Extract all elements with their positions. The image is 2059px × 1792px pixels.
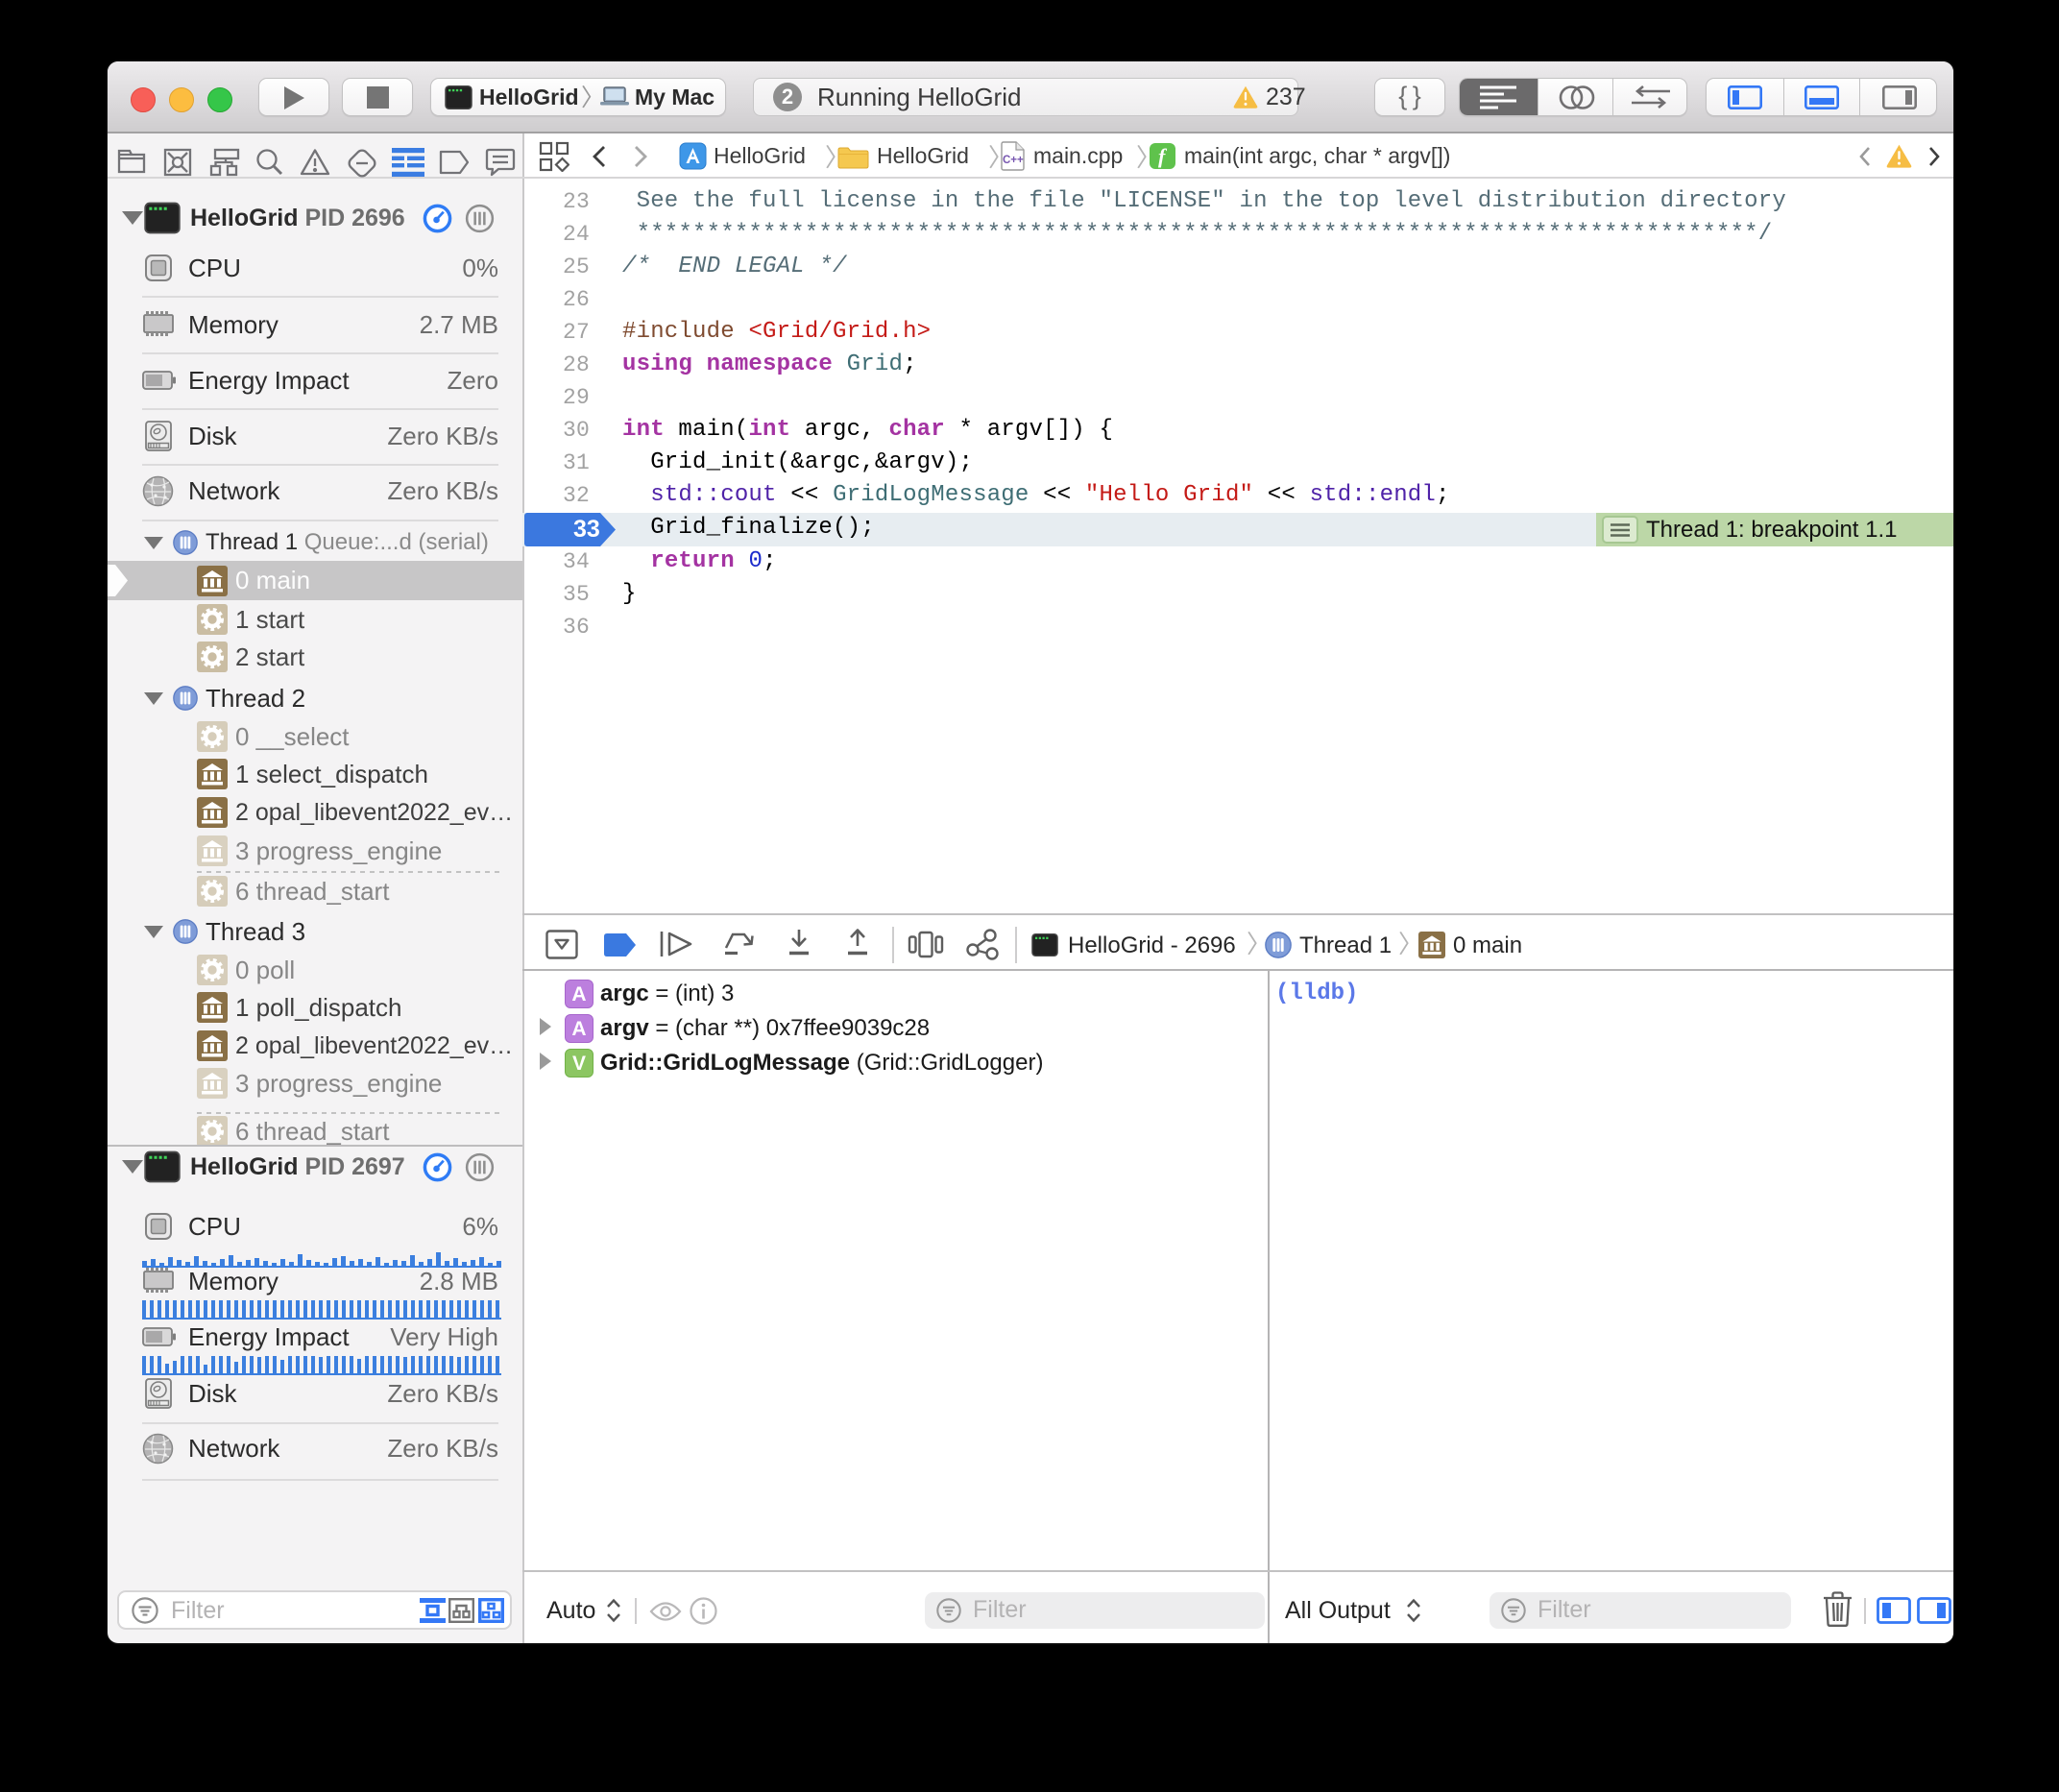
svg-text:C++: C++ — [1003, 155, 1024, 166]
